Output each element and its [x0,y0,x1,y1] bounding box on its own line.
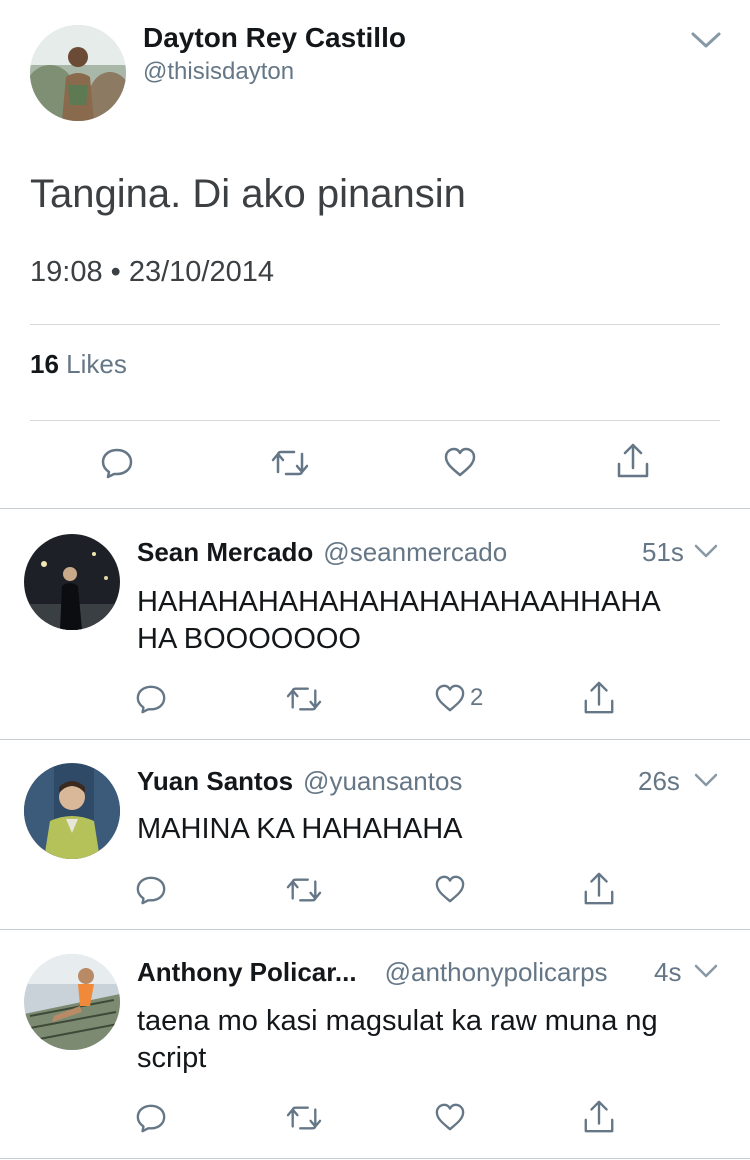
reply-text: MAHINA KA HAHAHAHA [137,811,463,848]
reply-header: Yuan Santos @yuansantos [137,766,462,797]
reply-header: Sean Mercado @seanmercado [137,537,507,568]
tweet-text: Tangina. Di ako pinansin [30,172,466,216]
reply-author-name[interactable]: Sean Mercado [137,537,313,568]
reply-actions: 2 [0,680,750,723]
like-button[interactable] [434,874,466,904]
chevron-down-icon[interactable] [693,542,719,560]
heart-icon [434,683,466,713]
like-button[interactable] [434,1102,466,1132]
time-separator: • [110,256,121,288]
chevron-down-icon[interactable] [693,962,719,980]
reply-avatar[interactable] [24,763,120,859]
share-button[interactable] [582,1099,616,1135]
tweet-actions [0,443,750,486]
divider [0,508,750,509]
share-icon [582,1099,616,1135]
author-avatar[interactable] [30,25,126,121]
reply-button[interactable] [135,1102,167,1134]
like-button[interactable]: 2 [434,683,483,713]
divider [0,929,750,930]
tweet-time: 19:08 [30,256,103,288]
divider [30,324,720,325]
reply-button[interactable] [135,874,167,906]
chevron-down-icon[interactable] [690,30,722,50]
retweet-button[interactable] [270,446,310,480]
chevron-down-icon[interactable] [693,771,719,789]
reply-time: 26s [638,766,680,796]
reply-author-handle[interactable]: @yuansantos [303,766,462,797]
reply-time: 51s [642,537,684,567]
retweet-button[interactable] [285,683,323,715]
reply-button[interactable] [100,446,134,480]
like-count: 2 [470,684,484,711]
retweet-button[interactable] [285,874,323,906]
tweet-timestamp: 19:08 • 23/10/2014 [30,256,274,289]
divider [0,739,750,740]
reply-text-line: MAHINA KA HAHAHAHA [137,813,463,845]
likes-label: Likes [66,349,127,379]
share-button[interactable] [582,871,616,907]
reply-avatar[interactable] [24,954,120,1050]
reply-icon [135,1102,167,1134]
reply-author-name[interactable]: Anthony Policar... [137,957,357,988]
author-handle[interactable]: @thisisdayton [143,58,294,86]
reply-actions [0,1099,750,1142]
reply-text-line: HAHAHAHAHAHAHAHAHAHAAHHAHA [137,586,661,618]
share-icon [582,871,616,907]
reply-text: taena mo kasi magsulat ka raw muna ng sc… [137,1003,658,1077]
likes-count: 16 [30,349,59,379]
retweet-icon [285,874,323,906]
reply-text-line: taena mo kasi magsulat ka raw muna ng [137,1005,658,1037]
reply-text-line: script [137,1042,207,1074]
reply-author-handle[interactable]: @anthonypolicarps [385,957,608,988]
share-button[interactable] [582,680,616,716]
reply-text: HAHAHAHAHAHAHAHAHAHAAHHAHA HA BOOOOOOO [137,584,661,658]
reply-actions [0,871,750,914]
share-icon [582,680,616,716]
share-button[interactable] [615,442,651,480]
retweet-button[interactable] [285,1102,323,1134]
heart-icon [434,874,466,904]
reply-icon [100,446,134,480]
reply-time: 4s [654,957,682,987]
reply-button[interactable] [135,683,167,715]
divider [0,1158,750,1159]
retweet-icon [285,683,323,715]
heart-icon [443,446,477,478]
tweet-date: 23/10/2014 [128,256,275,288]
likes-summary[interactable]: 16 Likes [30,349,127,380]
heart-icon [434,1102,466,1132]
retweet-icon [270,446,310,480]
reply-icon [135,874,167,906]
divider [30,420,720,421]
reply-author-handle[interactable]: @seanmercado [323,537,507,568]
share-icon [615,442,651,480]
like-button[interactable] [443,446,477,478]
reply-text-line: HA BOOOOOOO [137,623,361,655]
author-name[interactable]: Dayton Rey Castillo [143,22,406,54]
reply-icon [135,683,167,715]
reply-avatar[interactable] [24,534,120,630]
reply-author-name[interactable]: Yuan Santos [137,766,293,797]
retweet-icon [285,1102,323,1134]
reply-header: Anthony Policar... @anthonypolicarps [137,957,608,988]
